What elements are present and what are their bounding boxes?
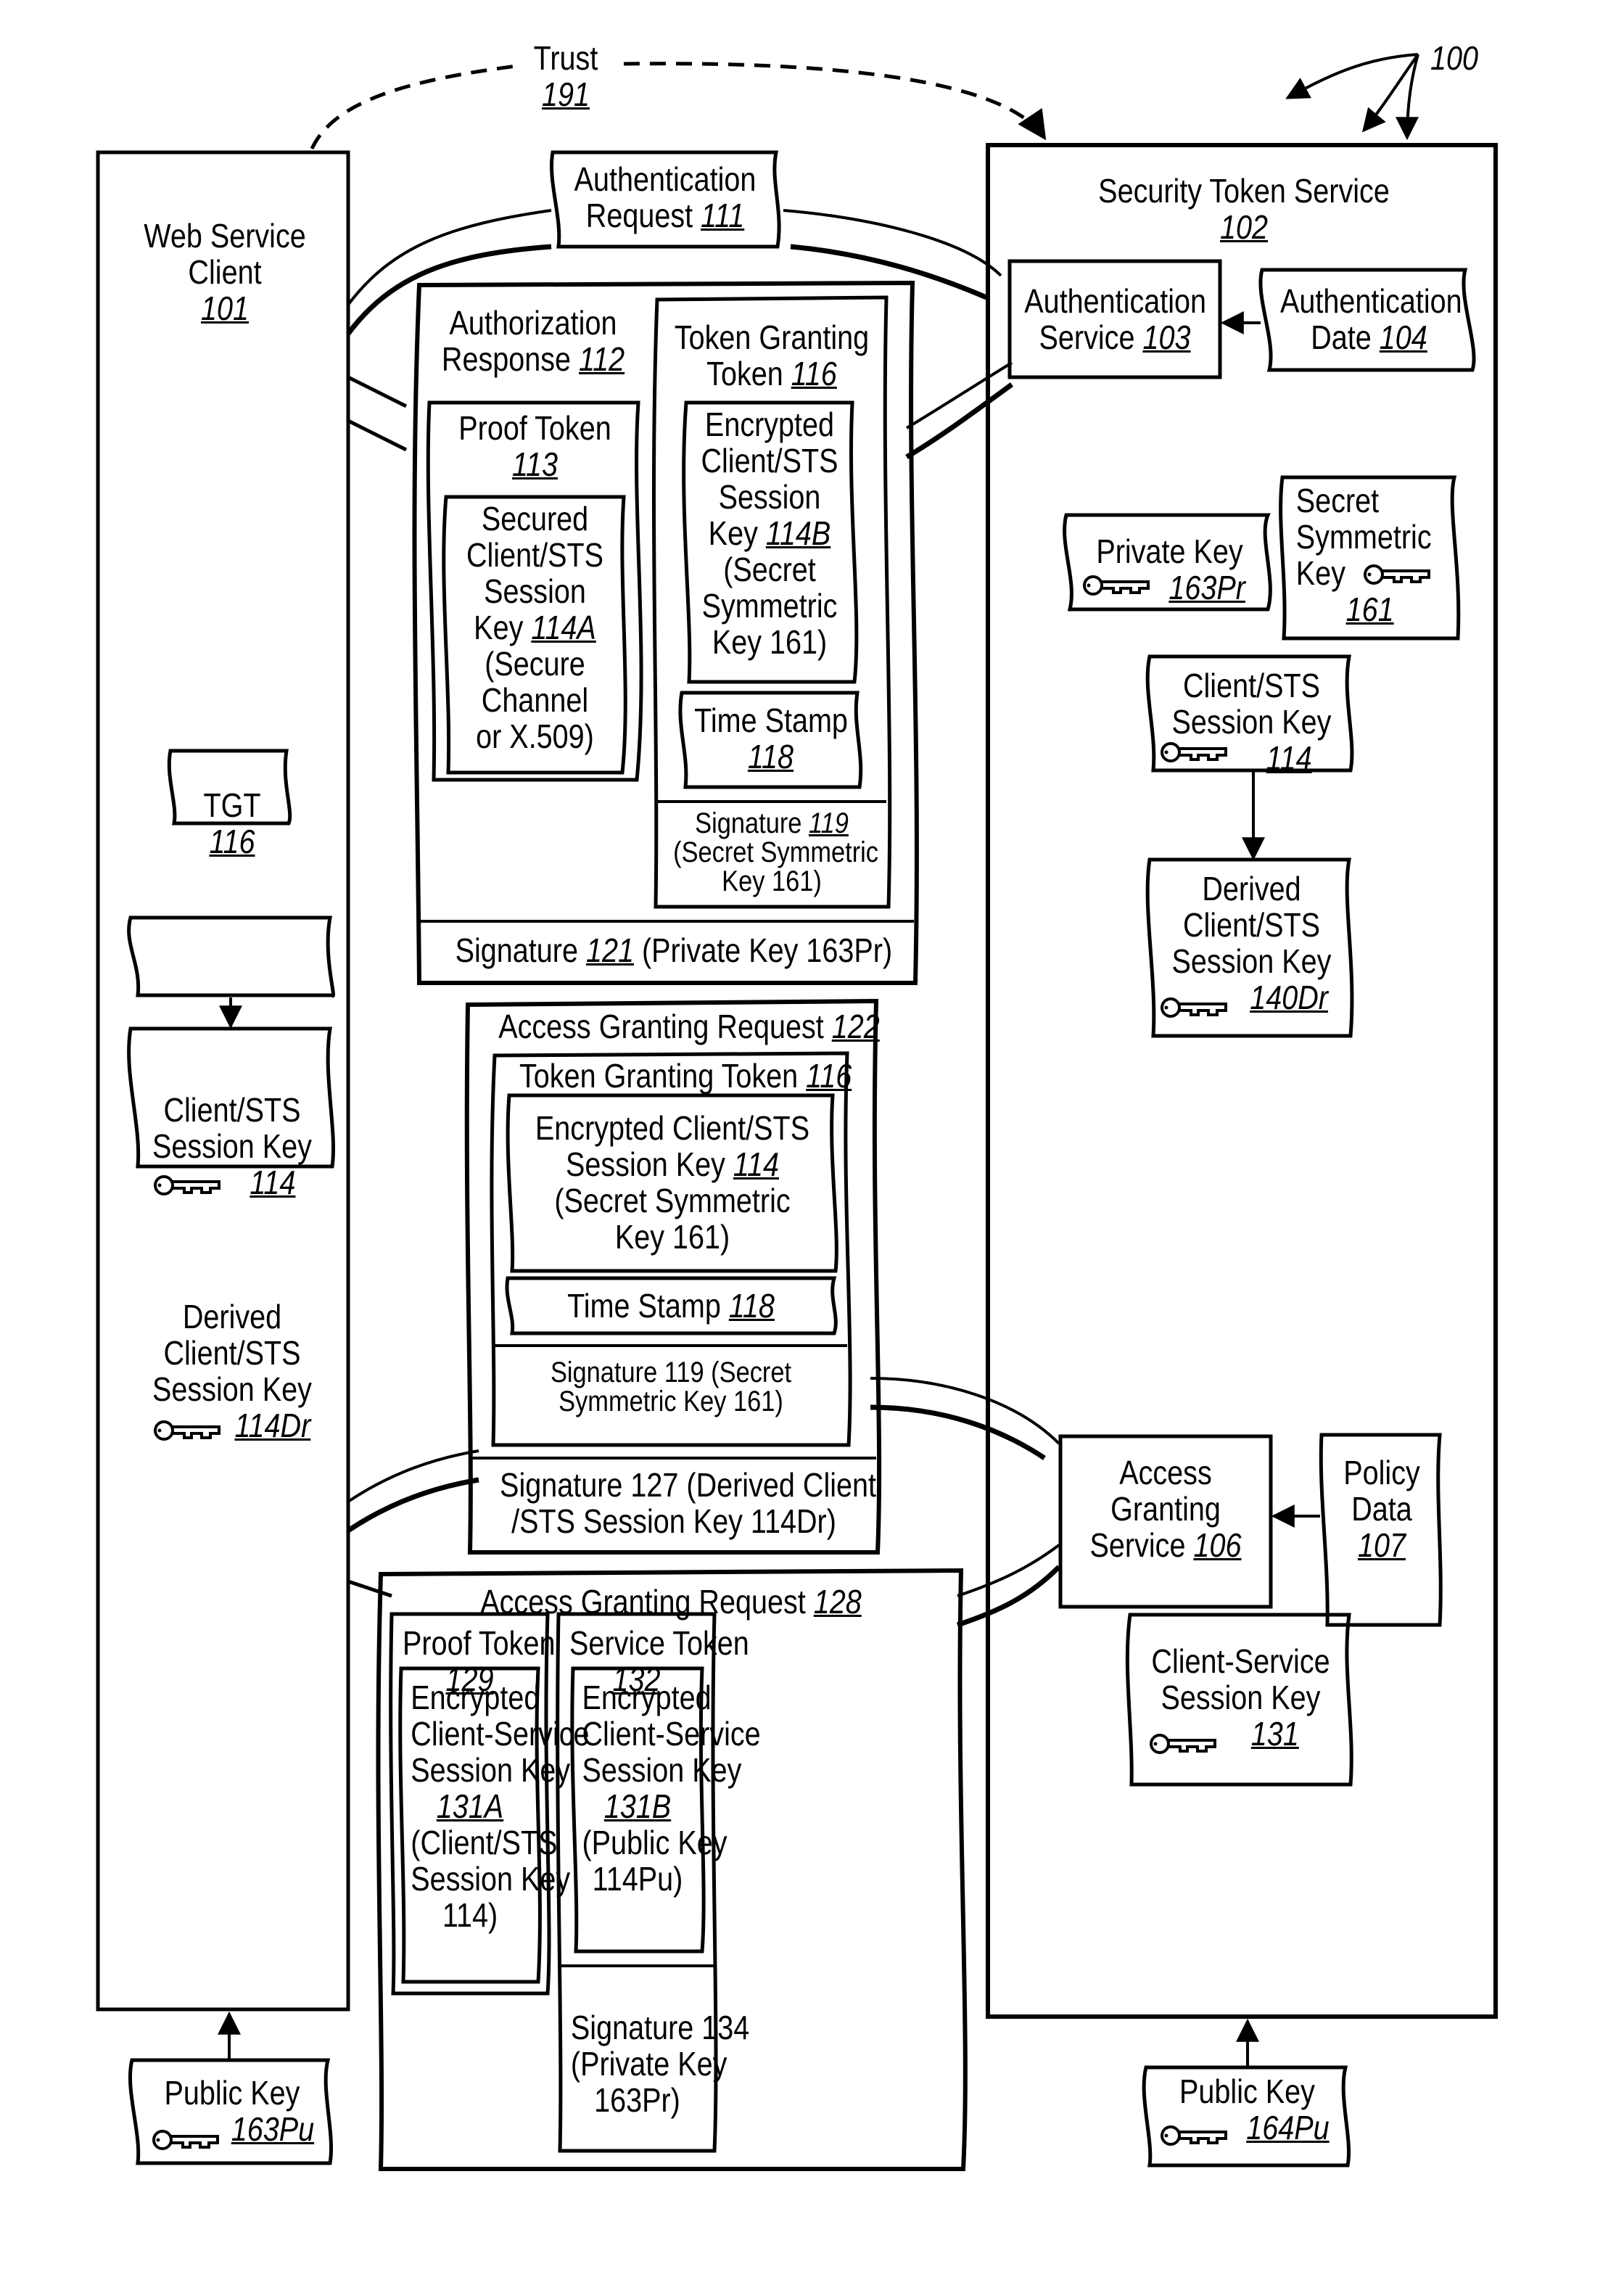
proof-token-113-label: Proof Token 113 [458, 409, 611, 483]
client-tgt-label: TGT 116 [203, 786, 261, 860]
signature-134-label: Signature 134 (Private Key 163Pr) [570, 2009, 750, 2119]
client-derived-key-label: Derived Client/STS Session Key 114Dr [152, 1298, 312, 1444]
client-service-key-label: Client-Service Session Key 131 [1151, 1642, 1330, 1753]
encrypted-114b-label: Encrypted Client/STS Session Key 114B (S… [701, 406, 838, 661]
encrypted-131b-label: Encrypted Client-Service Session Key 131… [582, 1679, 761, 1898]
access-request-122-title: Access Granting Request 122 [498, 1008, 880, 1045]
tgt-116-in-122-title: Token Granting Token 116 [519, 1057, 852, 1095]
auth-service-label: Authentication Service 103 [1024, 282, 1207, 356]
sts-derived-key-label: Derived Client/STS Session Key 140Dr [1171, 870, 1332, 1016]
trust-label: Trust 191 [533, 39, 598, 113]
sts-session-key-label: Client/STS Session Key 114 [1171, 667, 1332, 777]
encrypted-131a-label: Encrypted Client-Service Session Key 131… [411, 1679, 590, 1934]
timestamp-118-in-122-label: Time Stamp 118 [567, 1287, 775, 1325]
timestamp-118-label: Time Stamp 118 [694, 701, 848, 775]
auth-data-label: Authentication Date 104 [1279, 282, 1462, 356]
client-session-key-box [127, 915, 336, 998]
access-granting-service-label: Access Granting Service 106 [1089, 1454, 1242, 1564]
tgt-116-title: Token Granting Token 116 [674, 318, 870, 392]
signature-119-in-122-label: Signature 119 (Secret Symmetric Key 161) [550, 1357, 792, 1417]
encrypted-114-label: Encrypted Client/STS Session Key 114 (Se… [535, 1109, 810, 1256]
sts-title: Security Token Service 102 [1098, 172, 1390, 246]
sts-public-key-label: Public Key 164Pu [1179, 2072, 1330, 2146]
signature-121-label: Signature 121 (Private Key 163Pr) [455, 931, 893, 969]
client-session-key-label: Client/STS Session Key 114 [152, 1091, 312, 1201]
signature-119-label: Signature 119 (Secret Symmetric Key 161) [673, 807, 879, 897]
sts-secret-key-label: Secret Symmetric Key 161 [1295, 482, 1432, 628]
sts-private-key-label: Private Key 163Pr [1096, 532, 1245, 606]
secured-key-label: Secured Client/STS Session Key 114A (Sec… [466, 500, 604, 755]
client-public-key-label: Public Key 163Pu [164, 2074, 315, 2148]
web-service-client-box [96, 150, 350, 2012]
auth-response-title: Authorization Response 112 [441, 304, 625, 378]
trust-link [310, 62, 1044, 149]
access-request-128-title: Access Granting Request 128 [480, 1583, 862, 1621]
policy-data-label: Policy Data 107 [1343, 1454, 1420, 1564]
figure-ref-arrows [1285, 53, 1419, 141]
auth-request-label: Authentication Request 111 [574, 160, 757, 234]
signature-127-label: Signature 127 (Derived Client /STS Sessi… [500, 1466, 877, 1540]
figure-ref: 100 [1430, 39, 1479, 77]
web-service-client-title: Web Service Client 101 [144, 217, 306, 327]
